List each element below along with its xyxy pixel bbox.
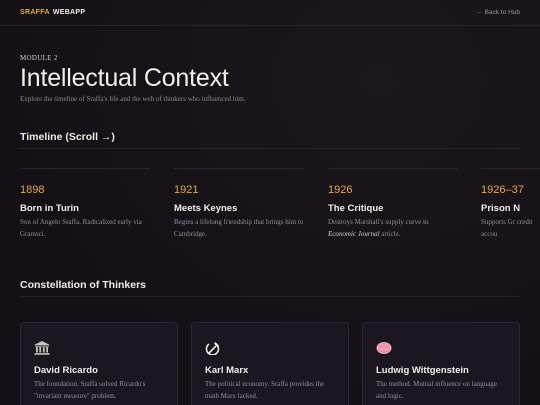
- brand-rest: WEBAPP: [52, 9, 86, 16]
- thinker-card-ricardo[interactable]: David Ricardo The foundation. Sraffa sol…: [20, 322, 178, 405]
- journal-name: Economic Journal: [328, 229, 380, 238]
- timeline-desc: Supports Gr credit accou: [481, 218, 533, 238]
- hammer-sickle-icon: [205, 342, 220, 355]
- timeline-year: 1921: [174, 184, 199, 196]
- timeline-line: [20, 168, 150, 169]
- top-bar: SRAFFA WEBAPP ← Back to Hub: [0, 0, 540, 26]
- timeline-title: Born in Turin: [20, 203, 79, 214]
- timeline-desc: Destroys Marshall's supply curve in Econ…: [328, 217, 458, 240]
- timeline-desc: Son of Angelo Sraffa. Radicalized early …: [20, 218, 142, 238]
- page-title: Intellectual Context: [20, 64, 229, 92]
- timeline-title: The Critique: [328, 203, 384, 214]
- timeline-year: 1926: [328, 184, 353, 196]
- thinker-name: David Ricardo: [34, 365, 98, 376]
- timeline-divider: [20, 148, 520, 149]
- brand-logo[interactable]: SRAFFA WEBAPP: [20, 9, 85, 16]
- timeline-scroller[interactable]: 1898 Born in Turin Son of Angelo Sraffa.…: [20, 168, 540, 248]
- timeline-title: Prison N: [481, 203, 521, 214]
- brand-accent: SRAFFA: [20, 9, 50, 16]
- timeline-year: 1926–37: [481, 184, 524, 196]
- timeline-line: [481, 168, 540, 169]
- thinker-name: Ludwig Wittgenstein: [376, 365, 469, 376]
- timeline-title: Meets Keynes: [174, 203, 238, 214]
- timeline-item: 1926–37 Prison N Supports Gr credit acco…: [481, 168, 540, 240]
- back-to-hub-link[interactable]: ← Back to Hub: [476, 9, 520, 16]
- timeline-item: 1921 Meets Keynes Begins a lifelong frie…: [174, 168, 304, 240]
- thinker-desc: The method. Mutual influence on language…: [376, 380, 497, 400]
- timeline-item: 1926 The Critique Destroys Marshall's su…: [328, 168, 458, 240]
- thinkers-heading: Constellation of Thinkers: [20, 279, 147, 291]
- thinker-desc: The political economy. Sraffa provides t…: [205, 380, 325, 400]
- timeline-item: 1898 Born in Turin Son of Angelo Sraffa.…: [20, 168, 150, 240]
- timeline-heading: Timeline (Scroll →): [20, 131, 115, 143]
- thinkers-divider: [20, 296, 520, 297]
- thinker-card-marx[interactable]: Karl Marx The political economy. Sraffa …: [191, 322, 349, 405]
- thinker-desc: The foundation. Sraffa solved Ricardo's …: [34, 380, 146, 400]
- module-label: MODULE 2: [20, 54, 58, 62]
- timeline-desc-text: Destroys Marshall's supply curve in: [328, 218, 429, 226]
- thinker-name: Karl Marx: [205, 365, 249, 376]
- timeline-line: [174, 168, 304, 169]
- timeline-year: 1898: [20, 184, 45, 196]
- page-subtitle: Explore the timeline of Sraffa's life an…: [20, 95, 246, 103]
- thinkers-grid: David Ricardo The foundation. Sraffa sol…: [20, 322, 520, 405]
- brain-icon: [376, 342, 392, 354]
- thinker-card-wittgenstein[interactable]: Ludwig Wittgenstein The method. Mutual i…: [362, 322, 520, 405]
- timeline-line: [328, 168, 458, 169]
- classical-building-icon: [34, 341, 50, 355]
- timeline-desc: Begins a lifelong friendship that brings…: [174, 218, 304, 238]
- timeline-desc-text: article.: [379, 229, 401, 238]
